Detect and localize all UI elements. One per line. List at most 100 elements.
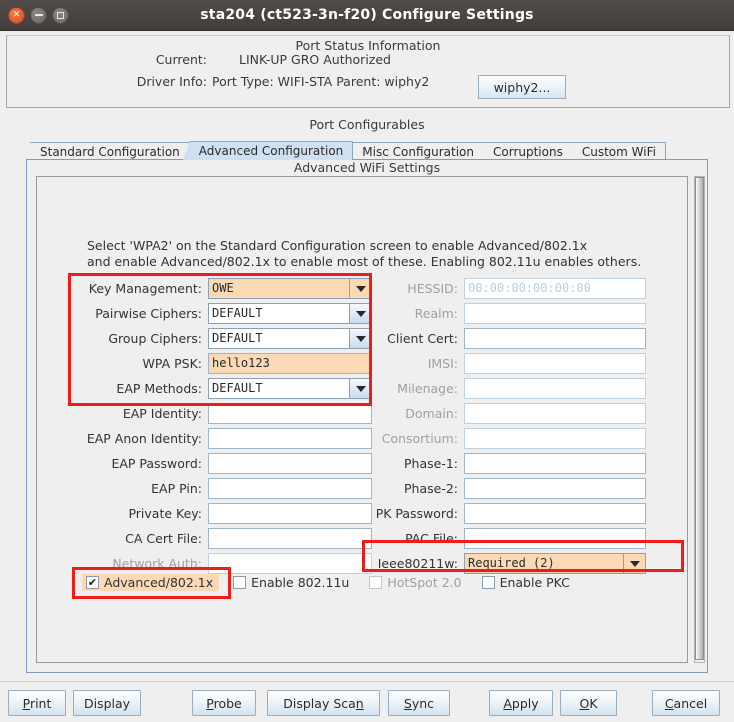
- field-domain: Domain:: [405, 403, 646, 424]
- checkbox-enable-pkc[interactable]: Enable PKC: [481, 575, 570, 590]
- tab-custom-wifi[interactable]: Custom WiFi: [565, 142, 666, 160]
- field-private-key: Private Key:: [128, 503, 372, 524]
- key-management-label: Key Management:: [88, 281, 202, 296]
- field-pk-password: PK Password:: [376, 503, 646, 524]
- checkbox-enable-802-11u[interactable]: Enable 802.11u: [233, 575, 349, 590]
- advanced-wifi-settings-title: Advanced WiFi Settings: [293, 160, 441, 175]
- realm-input[interactable]: [464, 303, 646, 324]
- wiphy2-button[interactable]: wiphy2...: [478, 75, 566, 99]
- tab-misc-configuration[interactable]: Misc Configuration: [346, 142, 484, 160]
- pairwise-ciphers-value: DEFAULT: [212, 306, 263, 320]
- consortium-input[interactable]: [464, 428, 646, 449]
- tab-corruptions[interactable]: Corruptions: [477, 142, 573, 160]
- field-eap-pin: EAP Pin:: [151, 478, 372, 499]
- checkbox-label: Advanced/802.1x: [104, 575, 214, 590]
- checkmark-icon: ✔: [86, 576, 99, 589]
- tab-label: Custom WiFi: [581, 144, 656, 159]
- display-scan-button-label: Display Scan: [283, 695, 364, 711]
- hessid-input[interactable]: 00:00:00:00:00:00: [464, 278, 646, 299]
- eap-anon-identity-input[interactable]: [208, 428, 372, 449]
- eap-pin-input[interactable]: [208, 478, 372, 499]
- domain-label: Domain:: [405, 406, 458, 421]
- key-management-value: OWE: [209, 279, 349, 298]
- options-checkbox-row: ✔ Advanced/802.1x Enable 802.11u HotSpot 2.…: [82, 574, 590, 591]
- tab-advanced-configuration[interactable]: Advanced Configuration: [182, 141, 354, 160]
- phase-1-input[interactable]: [464, 453, 646, 474]
- chevron-down-icon[interactable]: [623, 554, 645, 573]
- probe-button-label: Probe: [206, 695, 242, 711]
- dialog-button-bar: Print Display Probe Display Scan Sync Apply OK…: [0, 681, 734, 722]
- print-button[interactable]: Print: [8, 690, 66, 716]
- ok-button[interactable]: OK: [560, 690, 617, 716]
- phase-1-label: Phase-1:: [404, 456, 458, 471]
- private-key-input[interactable]: [208, 503, 372, 524]
- tab-label: Advanced Configuration: [198, 144, 344, 158]
- field-client-cert: Client Cert:: [387, 328, 646, 349]
- eap-password-input[interactable]: [208, 453, 372, 474]
- group-ciphers-combobox[interactable]: DEFAULT: [208, 328, 372, 349]
- chevron-down-icon[interactable]: [349, 304, 371, 323]
- imsi-input[interactable]: [464, 353, 646, 374]
- eap-methods-value: DEFAULT: [212, 381, 263, 395]
- checkbox-advanced-802-1x[interactable]: ✔ Advanced/802.1x: [82, 574, 220, 591]
- pac-file-input[interactable]: [464, 528, 646, 549]
- imsi-label: IMSI:: [427, 356, 458, 371]
- ieee80211w-combobox[interactable]: Required (2): [464, 553, 646, 574]
- phase-2-input[interactable]: [464, 478, 646, 499]
- milenage-input[interactable]: [464, 378, 646, 399]
- configure-settings-window: ✕ sta204 (ct523-3n-f20) Configure Settin…: [0, 0, 734, 722]
- cancel-button[interactable]: Cancel: [652, 690, 720, 716]
- field-milenage: Milenage:: [397, 378, 646, 399]
- chevron-down-icon[interactable]: [349, 329, 371, 348]
- tab-label: Corruptions: [493, 144, 563, 159]
- field-phase-1: Phase-1:: [404, 453, 646, 474]
- port-status-group: Port Status Information Current: LINK-UP…: [6, 35, 730, 108]
- apply-button-label: Apply: [503, 695, 539, 711]
- field-wpa-psk: WPA PSK: hello123: [142, 353, 372, 374]
- display-button[interactable]: Display: [73, 690, 141, 716]
- network-auth-input[interactable]: [208, 553, 372, 574]
- sync-button[interactable]: Sync: [388, 690, 450, 716]
- current-label: Current:: [155, 51, 207, 67]
- checkbox-label: Enable 802.11u: [251, 575, 350, 590]
- print-button-label: Print: [22, 695, 52, 711]
- apply-button[interactable]: Apply: [489, 690, 553, 716]
- field-ieee80211w: Ieee80211w: Required (2): [378, 553, 646, 574]
- panel-scrollbar-thumb[interactable]: [695, 177, 704, 660]
- tab-standard-configuration[interactable]: Standard Configuration: [24, 142, 190, 160]
- ok-button-label: OK: [579, 695, 598, 711]
- minimize-icon[interactable]: [30, 6, 47, 24]
- display-button-label: Display: [83, 695, 131, 711]
- field-realm: Realm:: [415, 303, 646, 324]
- eap-methods-combobox[interactable]: DEFAULT: [208, 378, 372, 399]
- eap-identity-label: EAP Identity:: [122, 406, 202, 421]
- pairwise-ciphers-combobox[interactable]: DEFAULT: [208, 303, 372, 324]
- group-ciphers-value: DEFAULT: [212, 331, 263, 345]
- client-cert-input[interactable]: [464, 328, 646, 349]
- driver-info-value: Port Type: WIFI-STA Parent: wiphy2: [212, 73, 430, 89]
- eap-password-label: EAP Password:: [111, 456, 202, 471]
- ca-cert-file-input[interactable]: [208, 528, 372, 549]
- display-scan-button[interactable]: Display Scan: [267, 690, 380, 716]
- key-management-combobox[interactable]: OWE: [208, 278, 372, 299]
- probe-button[interactable]: Probe: [192, 690, 256, 716]
- chevron-down-icon[interactable]: [349, 379, 371, 398]
- domain-input[interactable]: [464, 403, 646, 424]
- cancel-button-label: Cancel: [664, 695, 708, 711]
- chevron-down-icon[interactable]: [349, 279, 371, 298]
- ieee80211w-value: Required (2): [465, 554, 623, 573]
- wpa-psk-input[interactable]: hello123: [208, 353, 372, 374]
- maximize-icon[interactable]: [52, 6, 69, 24]
- eap-anon-identity-label: EAP Anon Identity:: [86, 431, 202, 446]
- checkbox-hotspot-2-0[interactable]: HotSpot 2.0: [369, 575, 462, 590]
- close-icon[interactable]: ✕: [8, 6, 25, 24]
- help-text: Select 'WPA2' on the Standard Configurat…: [87, 238, 642, 269]
- port-configurables-title: Port Configurables: [309, 117, 425, 132]
- panel-scrollbar[interactable]: [694, 176, 705, 663]
- eap-identity-input[interactable]: [208, 403, 372, 424]
- pk-password-input[interactable]: [464, 503, 646, 524]
- field-imsi: IMSI:: [428, 353, 646, 374]
- field-pairwise-ciphers: Pairwise Ciphers: DEFAULT: [95, 303, 372, 324]
- eap-methods-label: EAP Methods:: [116, 381, 202, 396]
- window-title: sta204 (ct523-3n-f20) Configure Settings: [200, 7, 534, 23]
